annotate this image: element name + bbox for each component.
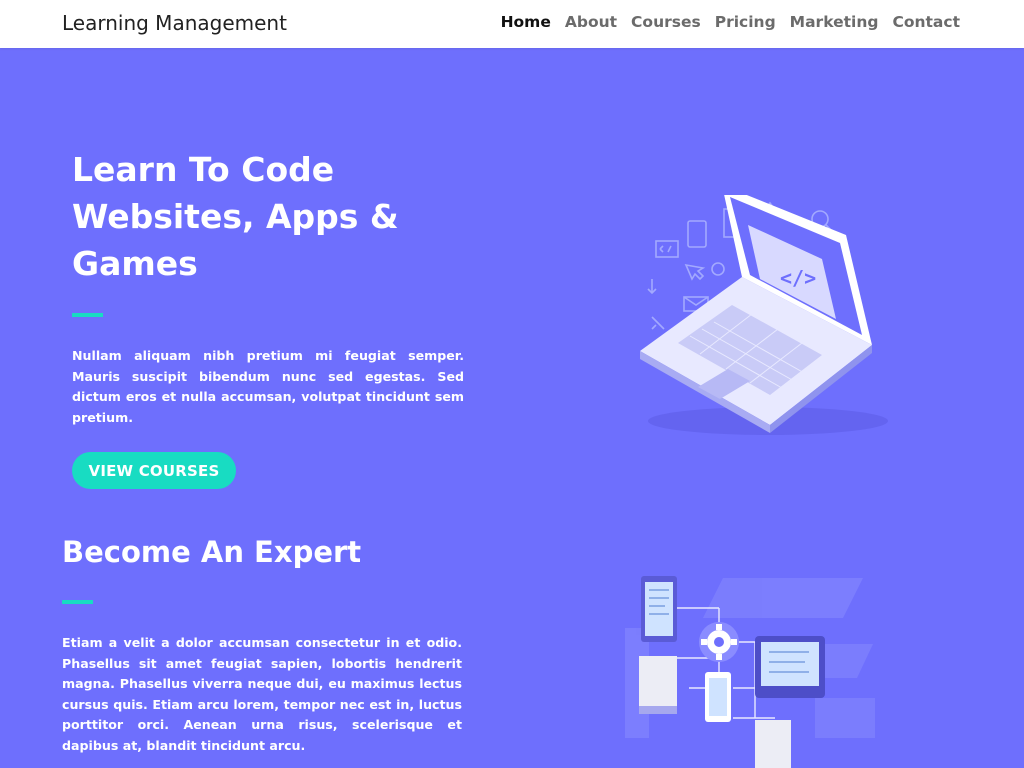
view-courses-button[interactable]: VIEW COURSES: [72, 452, 236, 489]
site-brand[interactable]: Learning Management: [62, 11, 287, 35]
nav-about[interactable]: About: [565, 13, 617, 31]
nav-pricing[interactable]: Pricing: [715, 13, 776, 31]
hero-accent-divider: [72, 313, 103, 317]
network-devices-icon: [625, 576, 875, 768]
expert-accent-divider: [62, 600, 93, 604]
expert-description: Etiam a velit a dolor accumsan consectet…: [62, 635, 462, 753]
laptop-code-icon: </>: [640, 195, 888, 435]
hero-title: Learn To Code Websites, Apps & Games: [72, 150, 399, 283]
nav-contact[interactable]: Contact: [892, 13, 960, 31]
nav-home[interactable]: Home: [501, 13, 551, 31]
nav-marketing[interactable]: Marketing: [790, 13, 879, 31]
svg-text:</>: </>: [780, 266, 816, 290]
expert-title: Become An Expert: [62, 535, 362, 569]
hero-description: Nullam aliquam nibh pretium mi feugiat s…: [72, 348, 464, 425]
nav-courses[interactable]: Courses: [631, 13, 701, 31]
main-nav: Home About Courses Pricing Marketing Con…: [501, 13, 960, 31]
site-header: Learning Management Home About Courses P…: [0, 0, 1024, 48]
